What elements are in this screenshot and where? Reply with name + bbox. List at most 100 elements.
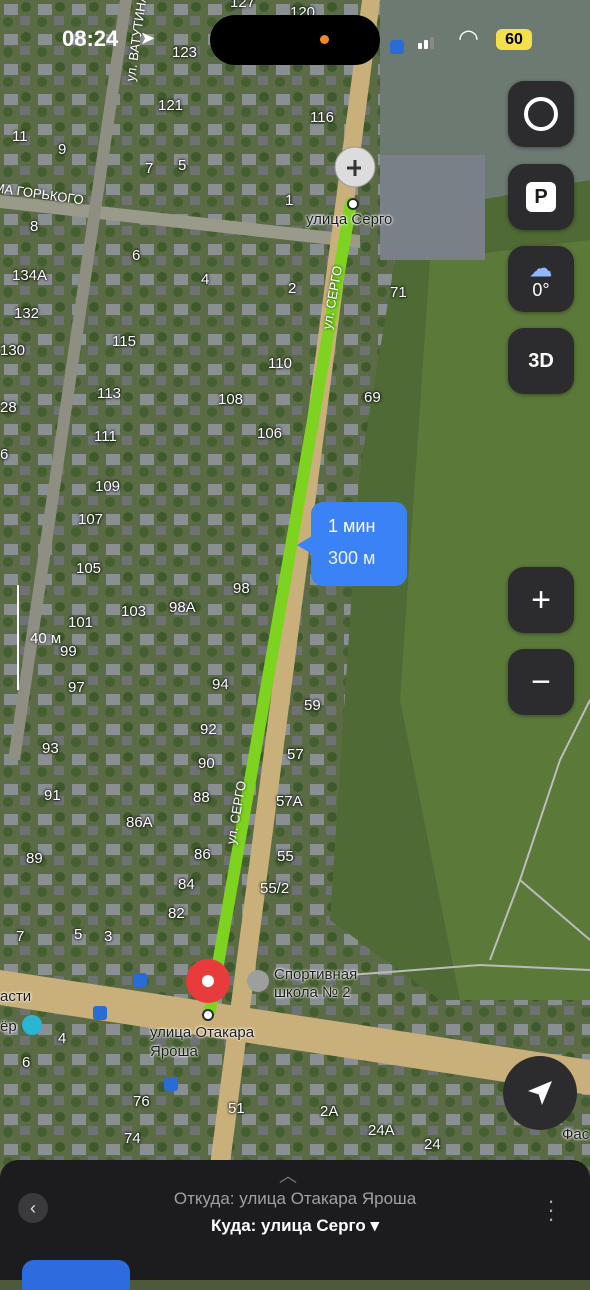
zoom-out-button[interactable]: − (508, 649, 574, 715)
house-number: 84 (178, 876, 195, 893)
route-to[interactable]: Куда: улица Серго ▾ (0, 1216, 590, 1236)
house-number: 2 (288, 280, 297, 297)
house-number: 123 (172, 44, 198, 61)
satellite-map[interactable] (0, 0, 590, 1280)
house-number: 6 (132, 247, 141, 264)
route-from[interactable]: Откуда: улица Отакара Яроша (0, 1189, 590, 1209)
house-number: 4 (201, 271, 210, 288)
house-number: 55/2 (260, 880, 290, 897)
layers-button[interactable] (508, 81, 574, 147)
house-number: 24 (424, 1136, 441, 1153)
house-number: 91 (44, 787, 61, 804)
parking-icon: P (526, 182, 556, 212)
house-number: 82 (168, 905, 185, 922)
route-distance: 300 м (328, 548, 376, 568)
house-number: 7 (145, 160, 154, 177)
house-number: 74 (124, 1130, 141, 1147)
bus-stop-icon (390, 40, 404, 54)
house-number: 103 (121, 603, 147, 620)
street-label-sergo: улица Серго (306, 211, 393, 228)
house-number: 6 (0, 446, 9, 463)
street-label-partial: Фас (562, 1126, 590, 1143)
parking-button[interactable]: P (508, 164, 574, 230)
house-number: 4 (58, 1030, 67, 1047)
more-options-icon[interactable]: · · · (544, 1190, 558, 1230)
house-number: 1 (285, 192, 294, 209)
cloud-snow-icon: ☁ (530, 255, 552, 281)
street-label-partial: ёр (0, 1018, 17, 1035)
house-number: 105 (76, 560, 102, 577)
house-number: 107 (78, 511, 104, 528)
house-number: 134А (12, 267, 48, 284)
house-number: 9 (58, 141, 67, 158)
house-number: 116 (310, 109, 334, 126)
route-time: 1 мин (328, 516, 376, 536)
weather-temperature: 0° (532, 279, 550, 300)
layers-icon (524, 97, 558, 131)
house-number: 90 (198, 755, 215, 772)
place-label-sport-school[interactable]: Спортивная школа № 2 (274, 966, 384, 1002)
house-number: 76 (133, 1093, 150, 1110)
bus-stop-icon (164, 1077, 178, 1091)
street-label-otakara-yarosha: улица Отакара Ярошa (150, 1024, 255, 1060)
signal-icon (418, 35, 438, 49)
zoom-in-button[interactable]: + (508, 567, 574, 633)
house-number: 106 (257, 425, 283, 442)
3d-button[interactable]: 3D (508, 328, 574, 394)
status-time: 08:24 (62, 26, 119, 51)
house-number: 101 (68, 614, 94, 631)
house-number: 98 (233, 580, 250, 597)
house-number: 28 (0, 399, 17, 416)
school-icon (247, 970, 269, 992)
house-number: 59 (304, 697, 321, 714)
panel-handle-icon[interactable]: ︿ (279, 1162, 297, 1188)
house-number: 98А (169, 599, 196, 616)
route-info-bubble[interactable]: 1 мин 300 м (297, 502, 407, 586)
weather-button[interactable]: ☁ 0° (508, 246, 574, 312)
house-number: 132 (14, 305, 40, 322)
house-number: 7 (16, 928, 25, 945)
street-label-partial: асти (0, 988, 32, 1005)
scale-label: 40 м (30, 630, 62, 647)
house-number: 97 (68, 679, 85, 696)
shop-icon (22, 1015, 42, 1035)
house-number: 57А (276, 793, 303, 810)
house-number: 110 (268, 355, 292, 372)
house-number: 8 (30, 218, 39, 235)
house-number: 89 (26, 850, 43, 867)
bus-stop-icon (133, 973, 147, 987)
house-number: 5 (178, 157, 187, 174)
house-number: 127 (230, 0, 256, 11)
house-number: 94 (212, 676, 229, 693)
start-pin-icon[interactable] (186, 959, 230, 1003)
house-number: 88 (193, 789, 210, 806)
house-number: 121 (158, 97, 184, 114)
house-number: 11 (12, 128, 28, 145)
house-number: 6 (22, 1054, 31, 1071)
house-number: 86 (194, 846, 211, 863)
house-number: 93 (42, 740, 59, 757)
house-number: 130 (0, 342, 26, 359)
house-number: 57 (287, 746, 304, 763)
dynamic-island (210, 15, 380, 65)
house-number: 5 (74, 926, 83, 943)
recording-dot-icon (320, 35, 329, 44)
house-number: 109 (95, 478, 121, 495)
house-number: 86А (126, 814, 153, 831)
navigation-arrow-icon (528, 1081, 552, 1105)
route-end-point (347, 198, 359, 210)
house-number: 111 (94, 428, 117, 445)
house-number: 24А (368, 1122, 395, 1139)
house-number: 113 (97, 385, 121, 402)
my-location-button[interactable] (503, 1056, 577, 1130)
house-number: 69 (364, 389, 381, 406)
location-arrow-icon: ➤ (140, 28, 156, 48)
house-number: 115 (112, 333, 136, 350)
battery-indicator: 60 (496, 29, 532, 50)
house-number: 3 (104, 928, 113, 945)
house-number: 71 (390, 284, 407, 301)
house-number: 2А (320, 1103, 339, 1120)
bottom-action-button[interactable] (22, 1260, 130, 1290)
house-number: 92 (200, 721, 217, 738)
house-number: 51 (228, 1100, 245, 1117)
